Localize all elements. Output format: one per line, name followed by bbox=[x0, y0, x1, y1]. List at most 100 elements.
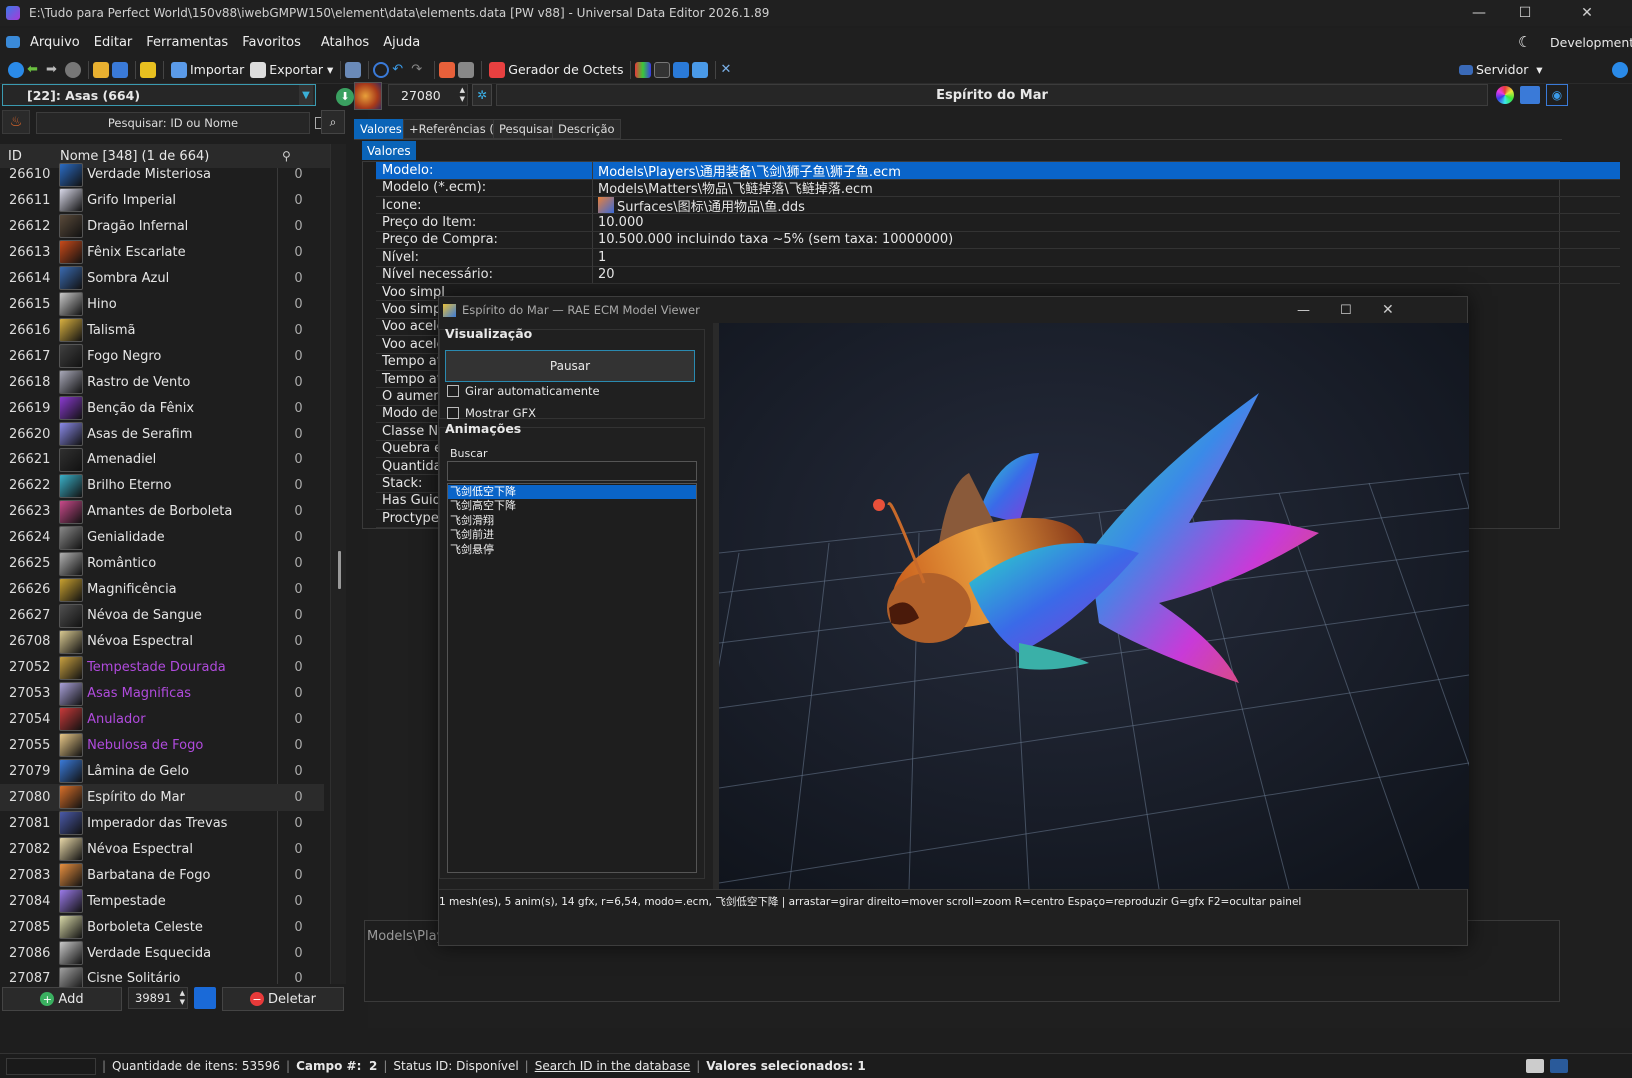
property-row[interactable]: Stack: bbox=[376, 475, 446, 493]
search-input[interactable]: Pesquisar: ID ou Nome bbox=[36, 112, 310, 134]
list-item[interactable]: 26611 Grifo Imperial 0 bbox=[0, 187, 324, 214]
blue-action-button[interactable] bbox=[194, 987, 216, 1009]
property-value[interactable]: Models\Players\通用装备\飞剑\狮子鱼\狮子鱼.ecm bbox=[592, 162, 1620, 180]
chart-icon[interactable] bbox=[654, 61, 671, 78]
gfx-checkbox[interactable] bbox=[447, 407, 459, 419]
save-icon[interactable] bbox=[112, 61, 128, 78]
item-id-field[interactable]: 27080 ▲ ▼ bbox=[388, 84, 468, 106]
animation-item[interactable]: 飞剑前进 bbox=[448, 528, 696, 542]
list-item[interactable]: 26618 Rastro de Vento 0 bbox=[0, 369, 324, 396]
animation-item[interactable]: 飞剑低空下降 bbox=[448, 485, 696, 499]
animation-item[interactable]: 飞剑悬停 bbox=[448, 543, 696, 557]
refresh-icon[interactable] bbox=[1612, 61, 1628, 78]
property-value[interactable]: 10.000 bbox=[592, 214, 1620, 231]
viewer-maximize-button[interactable]: ☐ bbox=[1340, 303, 1352, 318]
list-item[interactable]: 27055 Nebulosa de Fogo 0 bbox=[0, 732, 324, 759]
list-item[interactable]: 27053 Asas Magnificas 0 bbox=[0, 680, 324, 707]
pause-button[interactable]: Pausar bbox=[445, 350, 695, 382]
list-item[interactable]: 26616 Talismã 0 bbox=[0, 317, 324, 344]
property-value[interactable]: Models\Matters\物品\飞鲢掉落\飞鲢掉落.ecm bbox=[592, 179, 1620, 197]
item-name-field[interactable]: Espírito do Mar bbox=[496, 84, 1488, 106]
id-stepper-icon[interactable]: ▲ ▼ bbox=[460, 86, 465, 104]
list-item[interactable]: 26627 Névoa de Sangue 0 bbox=[0, 602, 324, 629]
maximize-button[interactable]: ☐ bbox=[1502, 0, 1548, 26]
tab-pesquisar[interactable]: Pesquisar bbox=[493, 119, 561, 139]
quantity-stepper[interactable]: 39891 ▲ ▼ bbox=[128, 987, 188, 1009]
stepper-arrows-icon[interactable]: ▲ ▼ bbox=[180, 989, 185, 1007]
category-select[interactable]: [22]: Asas (664) ▼ bbox=[2, 84, 316, 106]
animation-search-input[interactable] bbox=[447, 461, 697, 481]
property-row[interactable]: Classe Ne bbox=[376, 423, 446, 441]
property-row[interactable]: Modelo: Models\Players\通用装备\飞剑\狮子鱼\狮子鱼.ec… bbox=[376, 162, 1620, 180]
property-row[interactable]: Quebra er bbox=[376, 440, 446, 458]
lock-icon[interactable] bbox=[140, 61, 156, 78]
property-value[interactable]: 1 bbox=[592, 249, 1620, 266]
list-item[interactable]: 27081 Imperador das Trevas 0 bbox=[0, 810, 324, 837]
server-dropdown[interactable]: Servidor ▾ bbox=[1459, 60, 1543, 80]
monitor-icon[interactable] bbox=[6, 36, 20, 48]
list-item[interactable]: 27083 Barbatana de Fogo 0 bbox=[0, 862, 324, 889]
viewer-close-button[interactable]: ✕ bbox=[1382, 302, 1394, 318]
import-button[interactable]: Importar bbox=[171, 60, 244, 80]
list-item[interactable]: 27086 Verdade Esquecida 0 bbox=[0, 940, 324, 967]
flame-button[interactable]: ♨ bbox=[2, 110, 30, 134]
download-icon[interactable]: ⬇ bbox=[336, 88, 354, 106]
history-icon[interactable] bbox=[373, 61, 390, 78]
search-button[interactable]: ⌕ bbox=[321, 110, 345, 134]
arrow-right-icon[interactable]: ➡ bbox=[46, 62, 62, 78]
list-item[interactable]: 26622 Brilho Eterno 0 bbox=[0, 472, 324, 499]
sparkle-icon[interactable]: ✲ bbox=[472, 84, 492, 106]
property-value[interactable]: 20 bbox=[592, 266, 1620, 283]
add-button[interactable]: + Add bbox=[2, 987, 122, 1011]
list-item[interactable]: 26708 Névoa Espectral 0 bbox=[0, 628, 324, 655]
delete-button[interactable]: − Deletar bbox=[222, 987, 344, 1011]
property-row[interactable]: Modo de v bbox=[376, 406, 446, 424]
list-item[interactable]: 26615 Hino 0 bbox=[0, 291, 324, 318]
list-scrollbar[interactable] bbox=[330, 144, 346, 984]
mode-label[interactable]: Development bbox=[1550, 35, 1632, 50]
octets-button[interactable]: Gerador de Octets bbox=[489, 60, 623, 80]
back-icon[interactable] bbox=[8, 61, 24, 78]
image-icon[interactable] bbox=[345, 61, 362, 78]
list-item[interactable]: 26626 Magnificência 0 bbox=[0, 576, 324, 603]
property-row[interactable]: Quantidad bbox=[376, 458, 446, 476]
property-row[interactable]: Preço de Compra: 10.500.000 incluindo tax… bbox=[376, 231, 1620, 250]
property-row[interactable]: Tempo ati bbox=[376, 371, 446, 389]
window-icon[interactable] bbox=[673, 61, 690, 78]
tools-icon[interactable]: ✕ bbox=[720, 62, 736, 78]
minimize-button[interactable]: — bbox=[1456, 0, 1502, 26]
close-button[interactable]: ✕ bbox=[1564, 0, 1610, 26]
list-item[interactable]: 27052 Tempestade Dourada 0 bbox=[0, 654, 324, 681]
property-row[interactable]: Ícone: Surfaces\图标\通用物品\鱼.dds bbox=[376, 196, 1620, 215]
search-id-link[interactable]: Search ID in the database bbox=[535, 1059, 691, 1073]
property-row[interactable]: Tempo ati bbox=[376, 353, 446, 371]
keyboard-icon[interactable] bbox=[1526, 1059, 1544, 1073]
list-item[interactable]: 26624 Genialidade 0 bbox=[0, 524, 324, 551]
menu-editar[interactable]: Editar bbox=[87, 35, 140, 50]
property-row[interactable]: Has Guid: bbox=[376, 493, 446, 511]
eye-icon[interactable]: ◉ bbox=[1546, 84, 1568, 106]
list-item[interactable]: 27082 Névoa Espectral 0 bbox=[0, 836, 324, 863]
menu-ajuda[interactable]: Ajuda bbox=[376, 35, 427, 50]
terminal-icon[interactable] bbox=[1550, 1059, 1568, 1073]
scrollbar-thumb[interactable] bbox=[338, 551, 341, 589]
property-value[interactable]: 10.500.000 incluindo taxa ~5% (sem taxa:… bbox=[592, 231, 1620, 249]
shield-orange-icon[interactable] bbox=[439, 61, 456, 78]
list-item[interactable]: 27085 Borboleta Celeste 0 bbox=[0, 914, 324, 941]
list-item[interactable]: 27079 Lâmina de Gelo 0 bbox=[0, 758, 324, 785]
property-row[interactable]: Proctype: bbox=[376, 510, 446, 528]
subtab-valores[interactable]: Valores bbox=[362, 141, 416, 160]
property-row[interactable]: Preço do Item: 10.000 bbox=[376, 214, 1620, 232]
list-item[interactable]: 26620 Asas de Serafim 0 bbox=[0, 421, 324, 448]
circle-icon[interactable] bbox=[65, 61, 81, 78]
menu-arquivo[interactable]: Arquivo bbox=[23, 35, 87, 50]
list-item[interactable]: 26619 Benção da Fênix 0 bbox=[0, 395, 324, 422]
chevron-down-icon[interactable]: ▼ bbox=[299, 85, 313, 105]
list-item[interactable]: 27054 Anulador 0 bbox=[0, 706, 324, 733]
property-row[interactable]: Voo acele bbox=[376, 319, 446, 337]
export-button[interactable]: Exportar ▾ bbox=[250, 60, 333, 80]
menu-ferramentas[interactable]: Ferramentas bbox=[139, 35, 235, 50]
property-row[interactable]: Modelo (*.ecm): Models\Matters\物品\飞鲢掉落\飞鲢… bbox=[376, 179, 1620, 197]
property-row[interactable]: Voo simpl bbox=[376, 284, 446, 302]
property-row[interactable]: O aumento bbox=[376, 388, 446, 406]
